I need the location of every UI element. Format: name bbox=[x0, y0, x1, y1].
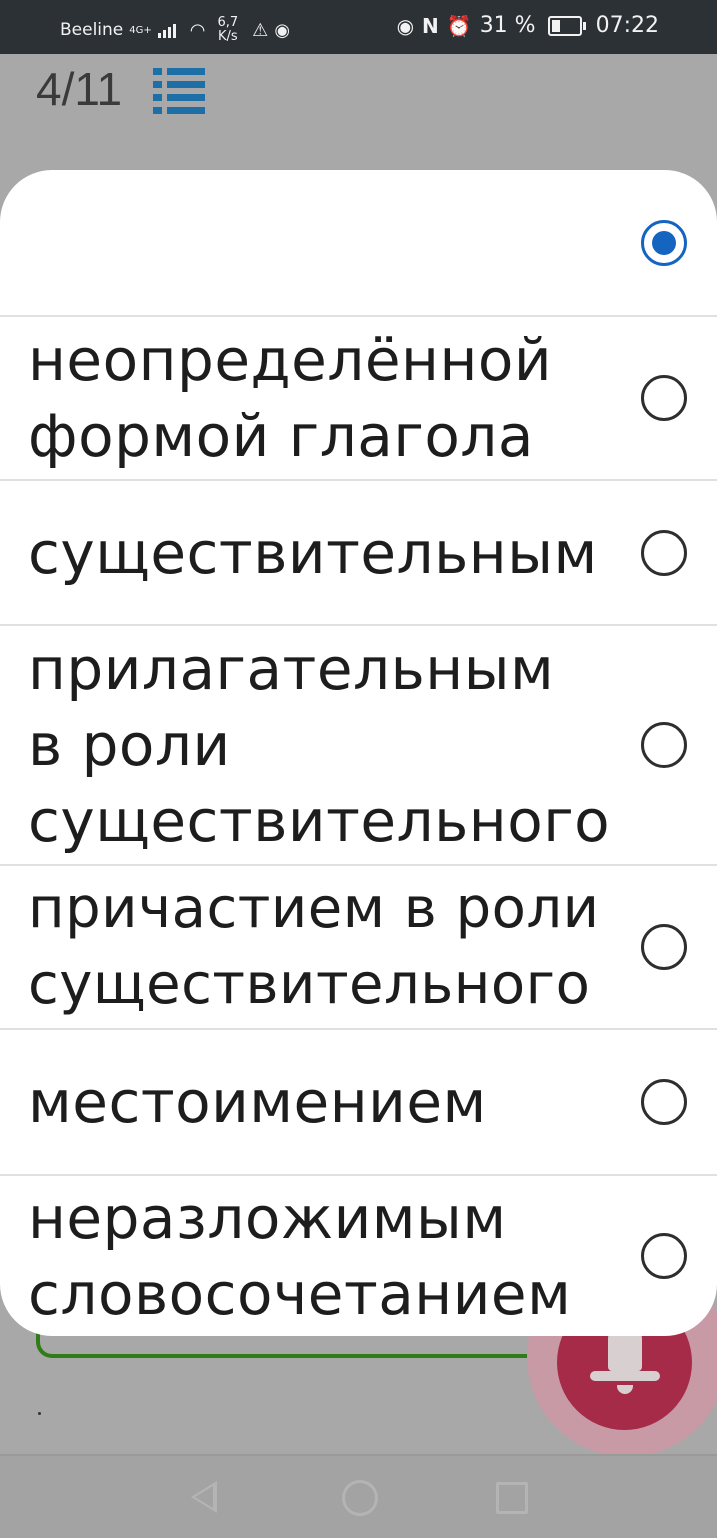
status-right: ◉ N ⏰ 31 % 07:22 bbox=[397, 13, 659, 38]
option-item[interactable]: существительным bbox=[0, 479, 717, 624]
question-progress: 4/11 bbox=[36, 63, 123, 115]
wifi-icon: ◠ bbox=[189, 19, 206, 41]
question-list-icon[interactable] bbox=[153, 68, 205, 114]
alarm-icon: ⏰ bbox=[446, 13, 472, 38]
option-label: неопределённой формой глагола bbox=[28, 326, 553, 470]
radio-icon[interactable] bbox=[641, 1233, 687, 1279]
radio-selected-icon[interactable] bbox=[641, 219, 687, 266]
eye-icon: ◉ bbox=[396, 13, 415, 38]
option-picker-dialog: неопределённой формой глагола существите… bbox=[0, 170, 717, 1336]
radio-icon[interactable] bbox=[641, 924, 687, 970]
speed-unit: K/s bbox=[217, 29, 238, 44]
radio-icon[interactable] bbox=[641, 1079, 687, 1125]
nfc-icon: N bbox=[422, 13, 439, 38]
option-label: прилагательным в роли существительного bbox=[28, 635, 611, 855]
home-icon[interactable] bbox=[342, 1480, 378, 1516]
battery-icon bbox=[547, 15, 586, 36]
option-label: существительным bbox=[28, 518, 598, 587]
radio-icon[interactable] bbox=[641, 375, 687, 421]
chat-icon: ◉ bbox=[274, 19, 291, 41]
option-label: неразложимым словосочетанием bbox=[28, 1184, 572, 1328]
clock: 07:22 bbox=[595, 13, 659, 38]
radio-icon[interactable] bbox=[641, 722, 687, 768]
recents-icon[interactable] bbox=[496, 1482, 528, 1514]
navigation-bar bbox=[0, 1454, 717, 1538]
option-item[interactable]: прилагательным в роли существительного bbox=[0, 624, 717, 864]
warning-icon: ⚠ bbox=[252, 19, 269, 41]
back-icon[interactable] bbox=[191, 1481, 217, 1513]
status-bar: Beeline 4G+ ◠ 6,7 K/s ⚠ ◉ ◉ N ⏰ 31 % 07:… bbox=[0, 0, 717, 54]
status-left: Beeline 4G+ ◠ 6,7 K/s ⚠ ◉ bbox=[60, 16, 290, 44]
option-item[interactable]: неопределённой формой глагола bbox=[0, 315, 717, 479]
signal-icon bbox=[157, 22, 176, 38]
option-label: причастием в роли существительного bbox=[28, 876, 600, 1017]
background-dot bbox=[38, 1412, 41, 1415]
option-label: местоимением bbox=[28, 1068, 487, 1136]
network-type: 4G+ bbox=[129, 24, 152, 36]
speed-value: 6,7 bbox=[217, 15, 239, 30]
option-item[interactable] bbox=[0, 170, 717, 315]
battery-percent: 31 % bbox=[479, 13, 536, 38]
option-item[interactable]: местоимением bbox=[0, 1028, 717, 1174]
option-item[interactable]: неразложимым словосочетанием bbox=[0, 1174, 717, 1336]
option-item[interactable]: причастием в роли существительного bbox=[0, 864, 717, 1028]
network-speed: 6,7 K/s bbox=[217, 16, 238, 44]
radio-icon[interactable] bbox=[641, 529, 687, 576]
carrier-name: Beeline bbox=[60, 20, 124, 40]
